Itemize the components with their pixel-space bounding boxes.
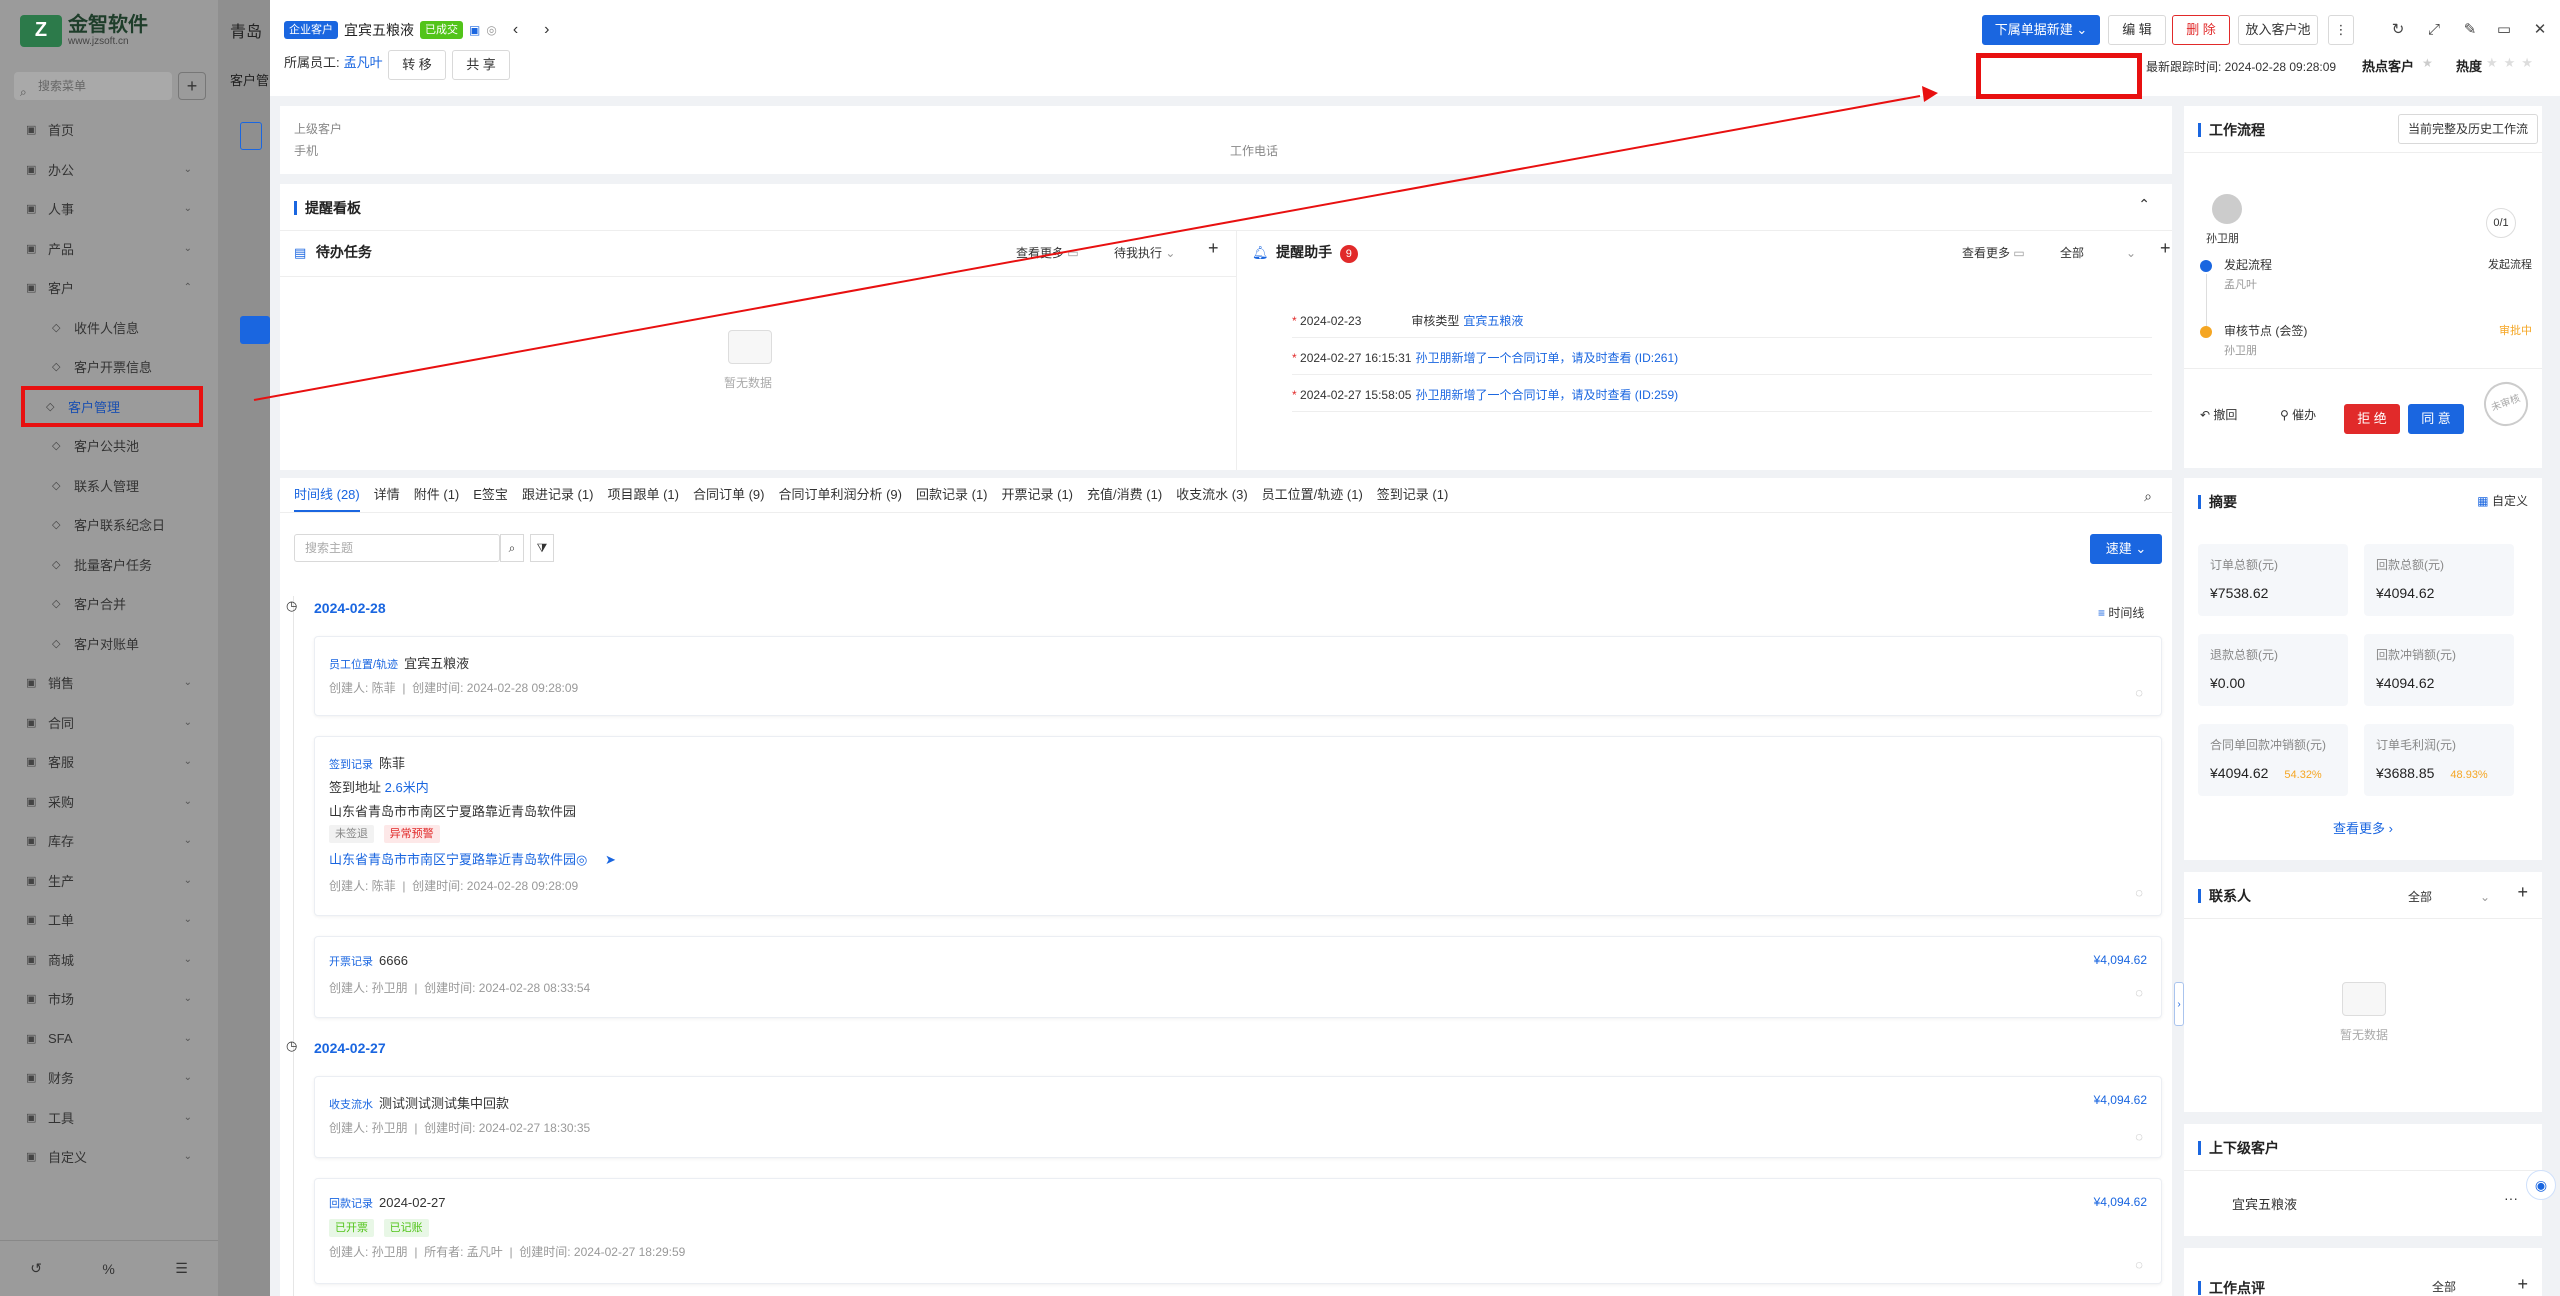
arrow-line <box>253 95 1921 401</box>
arrow-head <box>1922 86 1938 102</box>
annotation-arrow <box>253 86 1938 401</box>
